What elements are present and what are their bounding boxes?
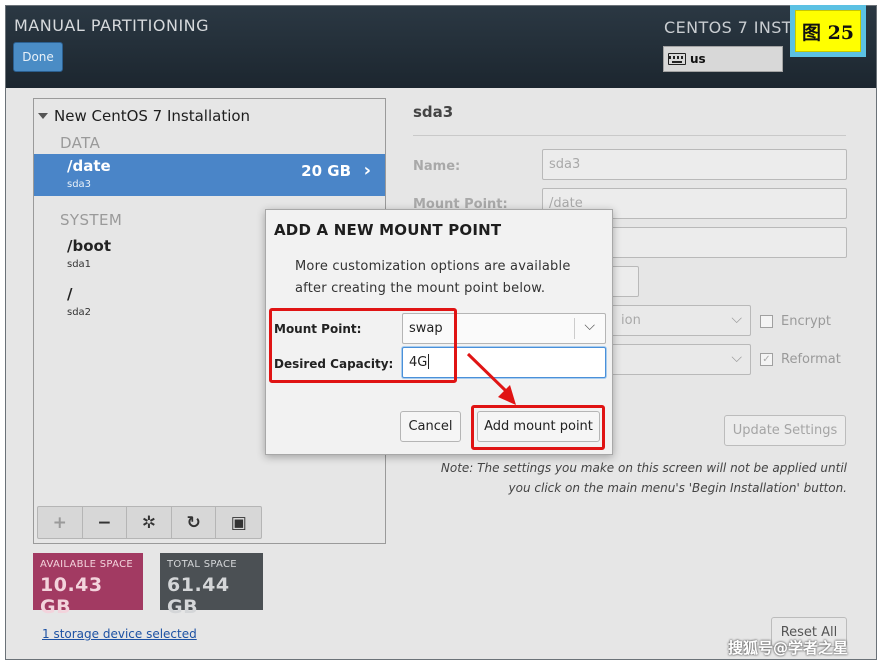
chevron-down-icon: ⌵ (584, 318, 595, 334)
partition-mount-label: /boot (67, 237, 111, 255)
disk-select-button[interactable]: ▣ (216, 507, 261, 538)
page-title: MANUAL PARTITIONING (14, 16, 210, 35)
encrypt-checkbox[interactable]: Encrypt (760, 314, 831, 329)
installer-window: MANUAL PARTITIONING Done CENTOS 7 INSTA … (5, 5, 877, 660)
available-space-label: AVAILABLE SPACE (40, 559, 133, 570)
product-title: CENTOS 7 INSTA (664, 18, 803, 37)
available-space-panel: AVAILABLE SPACE 10.43 GB (33, 553, 143, 618)
annotation-arrow (466, 352, 516, 405)
reformat-label: Reformat (781, 352, 841, 367)
expander-triangle-icon (38, 113, 48, 119)
partition-mount-label: / (67, 285, 73, 303)
available-space-value: 10.43 GB (40, 574, 103, 618)
annotation-box-fields (269, 308, 457, 383)
partition-device-label: sda2 (67, 307, 92, 318)
checkbox-icon (760, 315, 773, 328)
configure-button[interactable]: ✲ (127, 507, 172, 538)
combo-divider (574, 318, 575, 339)
chevron-right-icon: › (363, 160, 371, 181)
refresh-button[interactable]: ↻ (172, 507, 217, 538)
keyboard-layout-label: us (690, 52, 706, 66)
figure-label: 图 25 (795, 10, 861, 52)
remove-partition-button[interactable]: − (83, 507, 128, 538)
figure-badge: 图 25 (790, 5, 866, 57)
partition-item-date[interactable]: /date sda3 20 GB › (34, 154, 385, 196)
group-header-data: DATA (60, 134, 101, 152)
add-partition-button[interactable]: + (38, 507, 83, 538)
settings-note: Note: The settings you make on this scre… (440, 461, 847, 495)
keyboard-layout-indicator[interactable]: us (663, 46, 783, 72)
installation-root-label: New CentOS 7 Installation (54, 107, 251, 125)
partition-mount-label: /date (67, 157, 111, 175)
watermark: 搜狐号@学者之星 (728, 639, 849, 657)
partition-toolbar: + − ✲ ↻ ▣ (37, 506, 262, 539)
dialog-description: More customization options are available… (295, 259, 571, 296)
keyboard-icon (668, 53, 686, 65)
header-bar: MANUAL PARTITIONING Done CENTOS 7 INSTA … (6, 6, 876, 88)
total-space-label: TOTAL SPACE (167, 559, 237, 570)
dialog-title: ADD A NEW MOUNT POINT (274, 221, 502, 239)
device-title: sda3 (413, 103, 454, 121)
dialog-cancel-button[interactable]: Cancel (400, 411, 461, 442)
update-settings-button[interactable]: Update Settings (724, 415, 846, 446)
reformat-checkbox[interactable]: ✓ Reformat (760, 352, 841, 367)
chevron-down-icon: ⌵ (731, 350, 742, 366)
done-button[interactable]: Done (13, 42, 63, 72)
encrypt-label: Encrypt (781, 314, 831, 329)
partition-device-label: sda1 (67, 259, 92, 270)
partition-size-label: 20 GB (301, 162, 351, 180)
total-space-panel: TOTAL SPACE 61.44 GB (160, 553, 263, 618)
chevron-down-icon: ⌵ (731, 311, 742, 327)
name-field[interactable]: sda3 (542, 149, 847, 180)
installation-root[interactable]: New CentOS 7 Installation (34, 107, 250, 125)
checkbox-checked-icon: ✓ (760, 353, 773, 366)
partition-device-label: sda3 (67, 179, 92, 190)
group-header-system: SYSTEM (60, 211, 123, 229)
storage-device-link[interactable]: 1 storage device selected (42, 627, 197, 641)
total-space-value: 61.44 GB (167, 574, 230, 618)
name-label: Name: (413, 159, 461, 174)
annotation-box-add-button (471, 405, 605, 450)
divider (413, 135, 846, 136)
